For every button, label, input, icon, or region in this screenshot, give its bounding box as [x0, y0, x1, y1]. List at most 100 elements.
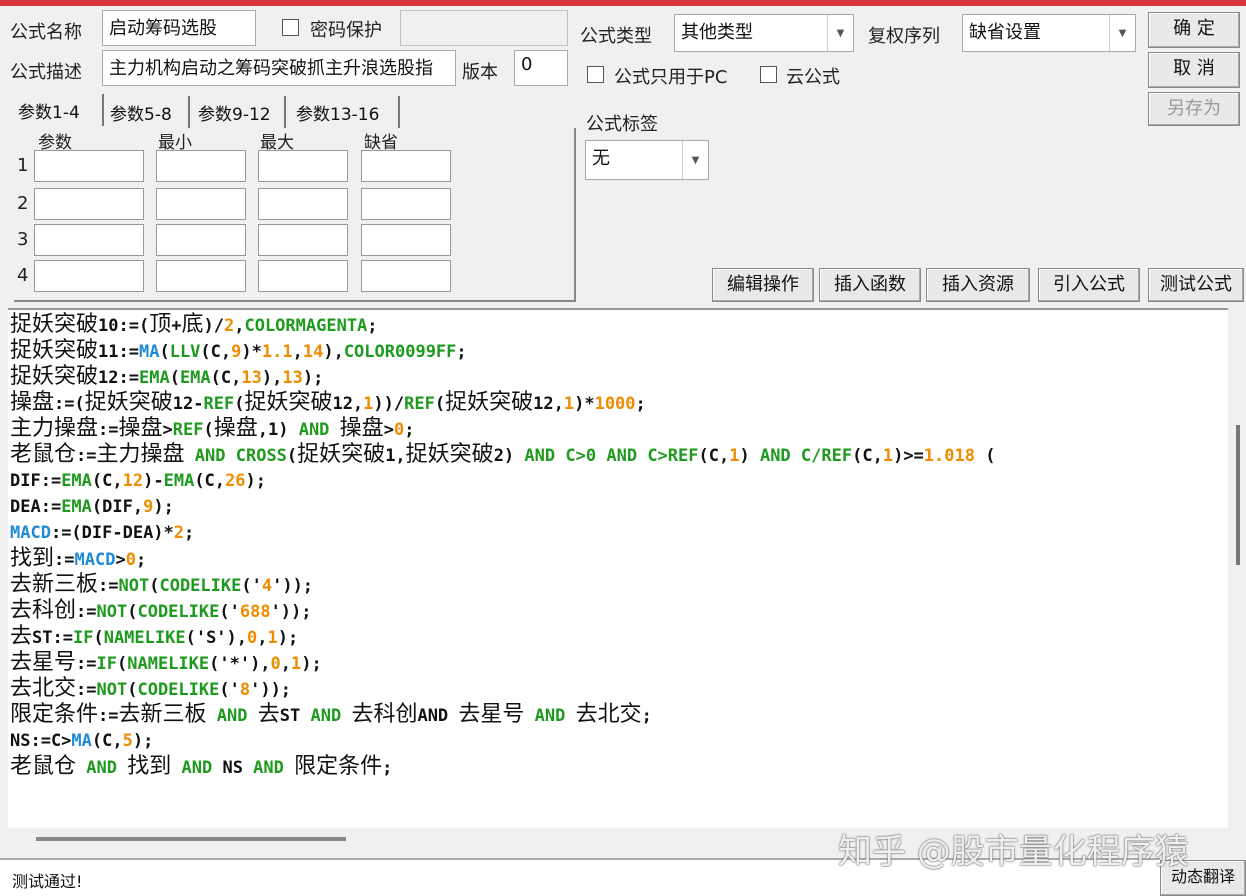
code-token: LLV: [169, 342, 201, 362]
code-token: MA: [71, 731, 92, 751]
code-token: (C,: [194, 471, 226, 491]
code-line: 老鼠仓 AND 找到 AND NS AND 限定条件;: [10, 754, 995, 780]
formula-type-value: 其他类型: [681, 22, 753, 43]
code-token: CODELIKE: [137, 680, 220, 700]
chevron-down-icon[interactable]: ▼: [827, 15, 853, 51]
tab-params-1-4[interactable]: 参数1-4: [14, 94, 104, 126]
insert-function-button[interactable]: 插入函数: [819, 268, 921, 302]
code-line: MACD:=(DIF-DEA)*2;: [10, 520, 995, 546]
code-token: 1: [882, 446, 894, 466]
formula-desc-input[interactable]: 主力机构启动之筹码突破抓主升浪选股指: [102, 50, 456, 86]
code-line: 找到:=MACD>0;: [10, 546, 995, 572]
code-token: :=: [76, 602, 97, 622]
insert-resource-button[interactable]: 插入资源: [926, 268, 1030, 302]
code-token: :=: [98, 576, 119, 596]
code-token: (C,: [210, 368, 242, 388]
tag-value: 无: [592, 148, 610, 169]
code-text: 捉妖突破10:=(顶+底)/2,COLORMAGENTA; 捉妖突破11:=MA(…: [10, 312, 995, 780]
code-token: :=: [98, 420, 119, 440]
horizontal-scroll-thumb[interactable]: [36, 837, 346, 841]
param-input[interactable]: [34, 188, 144, 220]
code-line: NS:=C>MA(C,5);: [10, 728, 995, 754]
param-input[interactable]: [361, 260, 451, 292]
code-token: 操盘: [118, 416, 163, 441]
tag-select[interactable]: 无 ▼: [585, 140, 709, 180]
watermark: 知乎 @股市量化程序猿: [838, 832, 1189, 872]
code-line: 去科创:=NOT(CODELIKE('688'));: [10, 598, 995, 624]
code-token: (: [159, 342, 170, 362]
code-token: )*: [574, 394, 595, 414]
vertical-scroll-thumb[interactable]: [1236, 425, 1240, 565]
param-input[interactable]: [34, 260, 144, 292]
param-input[interactable]: [34, 150, 144, 182]
code-token: 主力操盘: [96, 442, 185, 467]
code-token: ),: [323, 342, 344, 362]
code-token: (: [127, 680, 138, 700]
param-input[interactable]: [156, 260, 246, 292]
formula-type-select[interactable]: 其他类型 ▼: [674, 14, 854, 52]
code-token: (: [286, 446, 298, 466]
param-input[interactable]: [361, 150, 451, 182]
code-token: >: [162, 420, 173, 440]
code-token: (: [127, 602, 138, 622]
code-token: :=: [98, 706, 119, 726]
tab-params-5-8[interactable]: 参数5-8: [106, 96, 190, 128]
code-line: 操盘:=(捉妖突破12-REF(捉妖突破12,1))/REF(捉妖突破12,1)…: [10, 390, 995, 416]
code-token: 捉妖突破: [244, 390, 333, 415]
param-input[interactable]: [258, 188, 348, 220]
code-token: 1.018: [923, 446, 975, 466]
save-as-button[interactable]: 另存为: [1148, 92, 1240, 126]
chevron-down-icon[interactable]: ▼: [682, 141, 708, 179]
rights-select[interactable]: 缺省设置 ▼: [962, 14, 1136, 52]
test-formula-button[interactable]: 测试公式: [1148, 268, 1244, 302]
code-token: );: [132, 731, 154, 751]
code-token: (: [234, 394, 245, 414]
code-token: 1: [363, 394, 374, 414]
edit-ops-button[interactable]: 编辑操作: [712, 268, 814, 302]
param-input[interactable]: [156, 150, 246, 182]
code-token: :=: [76, 446, 97, 466]
code-token: REF: [404, 394, 435, 414]
ok-button[interactable]: 确 定: [1148, 12, 1240, 48]
param-input[interactable]: [258, 150, 348, 182]
param-input[interactable]: [258, 224, 348, 256]
cancel-button[interactable]: 取 消: [1148, 52, 1240, 88]
tab-params-9-12[interactable]: 参数9-12: [194, 96, 286, 128]
code-token: 去科创: [351, 702, 418, 727]
param-row-number: 2: [17, 193, 29, 214]
vertical-scrollbar[interactable]: [1228, 308, 1246, 828]
code-token: AND: [534, 706, 566, 726]
param-input[interactable]: [156, 224, 246, 256]
code-token: (C,: [200, 342, 232, 362]
password-checkbox[interactable]: [282, 19, 299, 36]
code-token: ('S'),: [185, 628, 248, 648]
tab-params-13-16[interactable]: 参数13-16: [292, 96, 400, 128]
code-token: 8: [239, 680, 251, 700]
tag-label: 公式标签: [586, 114, 658, 135]
code-token: 5: [122, 731, 133, 751]
param-input[interactable]: [34, 224, 144, 256]
param-input[interactable]: [258, 260, 348, 292]
param-input[interactable]: [361, 224, 451, 256]
code-token: AND: [417, 706, 459, 726]
code-token: 12-: [172, 394, 204, 414]
code-token: );: [301, 654, 322, 674]
param-input[interactable]: [361, 188, 451, 220]
code-editor[interactable]: 捉妖突破10:=(顶+底)/2,COLORMAGENTA; 捉妖突破11:=MA(…: [8, 308, 1228, 828]
code-token: COLOR0099FF: [343, 342, 457, 362]
cloud-checkbox[interactable]: [760, 66, 777, 83]
formula-name-input[interactable]: 启动筹码选股: [102, 10, 256, 46]
param-input[interactable]: [156, 188, 246, 220]
version-input[interactable]: 0: [514, 50, 568, 86]
code-token: NAMELIKE: [103, 628, 186, 648]
code-token: );: [153, 497, 174, 517]
code-line: DIF:=EMA(C,12)-EMA(C,26);: [10, 468, 995, 494]
code-token: 12,: [332, 394, 364, 414]
pc-only-checkbox[interactable]: [587, 66, 604, 83]
code-token: AND: [310, 706, 342, 726]
chevron-down-icon[interactable]: ▼: [1109, 15, 1135, 51]
import-formula-button[interactable]: 引入公式: [1038, 268, 1140, 302]
code-token: ,: [280, 654, 292, 674]
